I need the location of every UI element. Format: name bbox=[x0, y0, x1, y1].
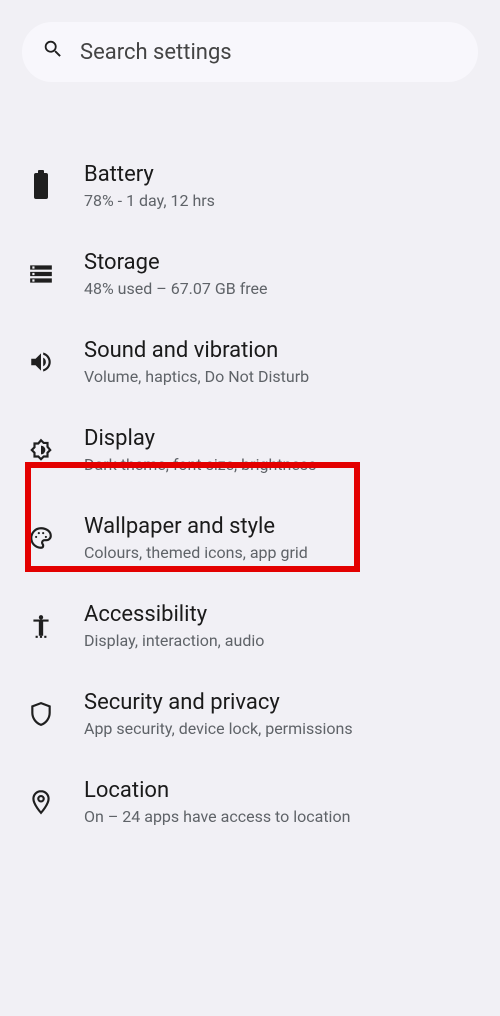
item-title: Accessibility bbox=[84, 602, 482, 627]
settings-item-display[interactable]: Display Dark theme, font size, brightnes… bbox=[0, 406, 500, 494]
item-title: Battery bbox=[84, 162, 482, 187]
item-subtitle: 48% used – 67.07 GB free bbox=[84, 279, 482, 298]
item-subtitle: Volume, haptics, Do Not Disturb bbox=[84, 367, 482, 386]
battery-icon bbox=[18, 173, 64, 199]
search-icon bbox=[42, 38, 64, 66]
settings-item-storage[interactable]: Storage 48% used – 67.07 GB free bbox=[0, 230, 500, 318]
item-subtitle: Colours, themed icons, app grid bbox=[84, 543, 482, 562]
palette-icon bbox=[18, 525, 64, 551]
brightness-icon bbox=[18, 437, 64, 463]
item-title: Storage bbox=[84, 250, 482, 275]
settings-item-security[interactable]: Security and privacy App security, devic… bbox=[0, 670, 500, 758]
item-title: Display bbox=[84, 426, 482, 451]
item-subtitle: Display, interaction, audio bbox=[84, 631, 482, 650]
item-title: Wallpaper and style bbox=[84, 514, 482, 539]
shield-icon bbox=[18, 701, 64, 727]
item-title: Security and privacy bbox=[84, 690, 482, 715]
item-subtitle: On – 24 apps have access to location bbox=[84, 807, 482, 826]
sound-icon bbox=[18, 349, 64, 375]
item-subtitle: Dark theme, font size, brightness bbox=[84, 455, 482, 474]
search-bar[interactable]: Search settings bbox=[22, 22, 478, 82]
item-title: Sound and vibration bbox=[84, 338, 482, 363]
accessibility-icon bbox=[18, 613, 64, 639]
item-subtitle: 78% - 1 day, 12 hrs bbox=[84, 191, 482, 210]
settings-item-sound[interactable]: Sound and vibration Volume, haptics, Do … bbox=[0, 318, 500, 406]
location-icon bbox=[18, 789, 64, 815]
settings-list: Battery 78% - 1 day, 12 hrs Storage 48% … bbox=[0, 82, 500, 846]
settings-item-location[interactable]: Location On – 24 apps have access to loc… bbox=[0, 758, 500, 846]
settings-item-battery[interactable]: Battery 78% - 1 day, 12 hrs bbox=[0, 142, 500, 230]
search-placeholder: Search settings bbox=[80, 40, 232, 65]
settings-item-wallpaper[interactable]: Wallpaper and style Colours, themed icon… bbox=[0, 494, 500, 582]
item-title: Location bbox=[84, 778, 482, 803]
storage-icon bbox=[18, 261, 64, 287]
settings-item-accessibility[interactable]: Accessibility Display, interaction, audi… bbox=[0, 582, 500, 670]
item-subtitle: App security, device lock, permissions bbox=[84, 719, 482, 738]
